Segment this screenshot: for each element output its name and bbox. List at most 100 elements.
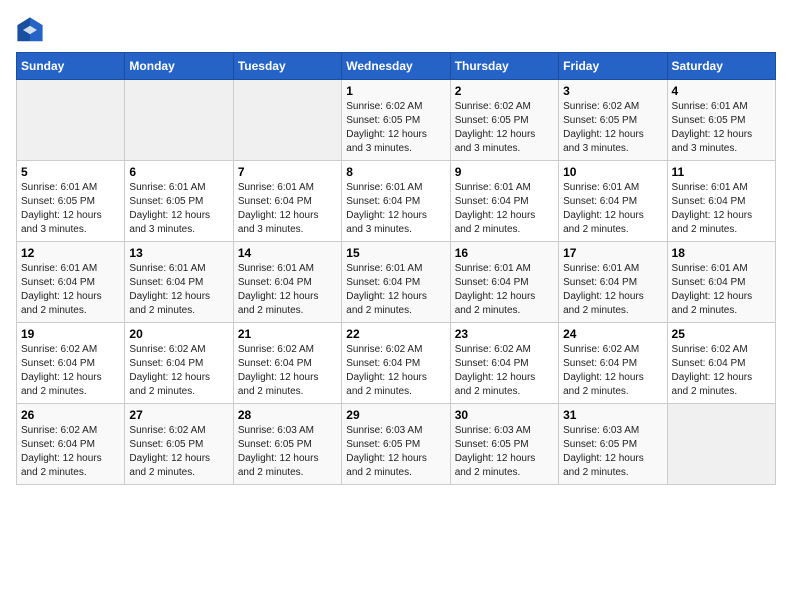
day-number: 5 <box>21 165 120 179</box>
day-info: Sunrise: 6:01 AM Sunset: 6:05 PM Dayligh… <box>21 181 120 237</box>
day-info: Sunrise: 6:01 AM Sunset: 6:04 PM Dayligh… <box>238 262 337 318</box>
day-info: Sunrise: 6:01 AM Sunset: 6:04 PM Dayligh… <box>346 181 445 237</box>
day-info: Sunrise: 6:02 AM Sunset: 6:05 PM Dayligh… <box>129 424 228 480</box>
calendar-cell: 7 Sunrise: 6:01 AM Sunset: 6:04 PM Daylig… <box>233 161 341 242</box>
calendar-cell: 8 Sunrise: 6:01 AM Sunset: 6:04 PM Daylig… <box>342 161 450 242</box>
calendar-cell: 5 Sunrise: 6:01 AM Sunset: 6:05 PM Daylig… <box>17 161 125 242</box>
day-info: Sunrise: 6:02 AM Sunset: 6:04 PM Dayligh… <box>455 343 554 399</box>
calendar-header: SundayMondayTuesdayWednesdayThursdayFrid… <box>17 53 776 80</box>
header-cell-tuesday: Tuesday <box>233 53 341 80</box>
day-number: 31 <box>563 408 662 422</box>
day-number: 12 <box>21 246 120 260</box>
calendar-body: 1 Sunrise: 6:02 AM Sunset: 6:05 PM Daylig… <box>17 80 776 485</box>
day-number: 13 <box>129 246 228 260</box>
day-info: Sunrise: 6:01 AM Sunset: 6:04 PM Dayligh… <box>346 262 445 318</box>
calendar-cell: 22Sunrise: 6:02 AM Sunset: 6:04 PM Dayli… <box>342 323 450 404</box>
calendar-cell: 16Sunrise: 6:01 AM Sunset: 6:04 PM Dayli… <box>450 242 558 323</box>
calendar-cell: 29 Sunrise: 6:03 AM Sunset: 6:05 PM Dayli… <box>342 404 450 485</box>
header-cell-monday: Monday <box>125 53 233 80</box>
day-info: Sunrise: 6:02 AM Sunset: 6:04 PM Dayligh… <box>21 424 120 480</box>
day-number: 25 <box>672 327 771 341</box>
day-info: Sunrise: 6:03 AM Sunset: 6:05 PM Dayligh… <box>455 424 554 480</box>
day-number: 30 <box>455 408 554 422</box>
day-info: Sunrise: 6:02 AM Sunset: 6:04 PM Dayligh… <box>672 343 771 399</box>
day-info: Sunrise: 6:02 AM Sunset: 6:05 PM Dayligh… <box>455 100 554 156</box>
calendar-cell: 20 Sunrise: 6:02 AM Sunset: 6:04 PM Dayli… <box>125 323 233 404</box>
day-number: 8 <box>346 165 445 179</box>
calendar-cell: 19Sunrise: 6:02 AM Sunset: 6:04 PM Dayli… <box>17 323 125 404</box>
day-info: Sunrise: 6:01 AM Sunset: 6:04 PM Dayligh… <box>129 262 228 318</box>
header-cell-thursday: Thursday <box>450 53 558 80</box>
calendar-week-2: 5 Sunrise: 6:01 AM Sunset: 6:05 PM Daylig… <box>17 161 776 242</box>
day-info: Sunrise: 6:01 AM Sunset: 6:04 PM Dayligh… <box>563 262 662 318</box>
calendar-cell: 9Sunrise: 6:01 AM Sunset: 6:04 PM Daylig… <box>450 161 558 242</box>
calendar-cell: 1 Sunrise: 6:02 AM Sunset: 6:05 PM Daylig… <box>342 80 450 161</box>
day-info: Sunrise: 6:03 AM Sunset: 6:05 PM Dayligh… <box>346 424 445 480</box>
calendar-week-1: 1 Sunrise: 6:02 AM Sunset: 6:05 PM Daylig… <box>17 80 776 161</box>
day-number: 11 <box>672 165 771 179</box>
calendar-cell: 12 Sunrise: 6:01 AM Sunset: 6:04 PM Dayli… <box>17 242 125 323</box>
header-cell-saturday: Saturday <box>667 53 775 80</box>
day-info: Sunrise: 6:01 AM Sunset: 6:05 PM Dayligh… <box>672 100 771 156</box>
day-info: Sunrise: 6:02 AM Sunset: 6:05 PM Dayligh… <box>346 100 445 156</box>
calendar-cell: 13 Sunrise: 6:01 AM Sunset: 6:04 PM Dayli… <box>125 242 233 323</box>
day-number: 10 <box>563 165 662 179</box>
header-row: SundayMondayTuesdayWednesdayThursdayFrid… <box>17 53 776 80</box>
day-number: 21 <box>238 327 337 341</box>
calendar-cell <box>667 404 775 485</box>
day-info: Sunrise: 6:03 AM Sunset: 6:05 PM Dayligh… <box>563 424 662 480</box>
day-number: 27 <box>129 408 228 422</box>
day-number: 24 <box>563 327 662 341</box>
calendar-cell: 6Sunrise: 6:01 AM Sunset: 6:05 PM Daylig… <box>125 161 233 242</box>
day-number: 1 <box>346 84 445 98</box>
day-info: Sunrise: 6:01 AM Sunset: 6:04 PM Dayligh… <box>455 262 554 318</box>
calendar-cell: 3 Sunrise: 6:02 AM Sunset: 6:05 PM Daylig… <box>559 80 667 161</box>
calendar-week-5: 26Sunrise: 6:02 AM Sunset: 6:04 PM Dayli… <box>17 404 776 485</box>
day-info: Sunrise: 6:01 AM Sunset: 6:04 PM Dayligh… <box>672 262 771 318</box>
day-info: Sunrise: 6:01 AM Sunset: 6:04 PM Dayligh… <box>21 262 120 318</box>
day-number: 28 <box>238 408 337 422</box>
header-cell-friday: Friday <box>559 53 667 80</box>
calendar-cell: 18Sunrise: 6:01 AM Sunset: 6:04 PM Dayli… <box>667 242 775 323</box>
calendar-cell: 15 Sunrise: 6:01 AM Sunset: 6:04 PM Dayli… <box>342 242 450 323</box>
calendar-cell: 10 Sunrise: 6:01 AM Sunset: 6:04 PM Dayli… <box>559 161 667 242</box>
day-info: Sunrise: 6:01 AM Sunset: 6:04 PM Dayligh… <box>238 181 337 237</box>
day-number: 15 <box>346 246 445 260</box>
calendar-cell: 27 Sunrise: 6:02 AM Sunset: 6:05 PM Dayli… <box>125 404 233 485</box>
calendar-cell: 11 Sunrise: 6:01 AM Sunset: 6:04 PM Dayli… <box>667 161 775 242</box>
calendar-cell <box>17 80 125 161</box>
day-info: Sunrise: 6:01 AM Sunset: 6:04 PM Dayligh… <box>672 181 771 237</box>
calendar-week-4: 19 Sunrise: 6:02 AM Sunset: 6:04 PM Dayli… <box>17 323 776 404</box>
day-info: Sunrise: 6:02 AM Sunset: 6:05 PM Dayligh… <box>563 100 662 156</box>
day-number: 2 <box>455 84 554 98</box>
day-number: 7 <box>238 165 337 179</box>
day-number: 6 <box>129 165 228 179</box>
calendar-cell <box>125 80 233 161</box>
day-number: 17 <box>563 246 662 260</box>
day-info: Sunrise: 6:02 AM Sunset: 6:04 PM Dayligh… <box>129 343 228 399</box>
header-cell-sunday: Sunday <box>17 53 125 80</box>
logo-icon <box>16 16 44 44</box>
calendar-week-3: 12 Sunrise: 6:01 AM Sunset: 6:04 PM Dayli… <box>17 242 776 323</box>
day-number: 29 <box>346 408 445 422</box>
day-info: Sunrise: 6:01 AM Sunset: 6:04 PM Dayligh… <box>563 181 662 237</box>
day-info: Sunrise: 6:02 AM Sunset: 6:04 PM Dayligh… <box>346 343 445 399</box>
day-number: 20 <box>129 327 228 341</box>
logo <box>16 16 48 44</box>
day-number: 19 <box>21 327 120 341</box>
day-number: 9 <box>455 165 554 179</box>
page-header <box>16 16 776 44</box>
calendar-cell: 2 Sunrise: 6:02 AM Sunset: 6:05 PM Daylig… <box>450 80 558 161</box>
day-number: 23 <box>455 327 554 341</box>
calendar-cell: 30 Sunrise: 6:03 AM Sunset: 6:05 PM Dayli… <box>450 404 558 485</box>
day-number: 3 <box>563 84 662 98</box>
calendar-cell: 31 Sunrise: 6:03 AM Sunset: 6:05 PM Dayli… <box>559 404 667 485</box>
calendar-cell: 21Sunrise: 6:02 AM Sunset: 6:04 PM Dayli… <box>233 323 341 404</box>
calendar-cell: 23 Sunrise: 6:02 AM Sunset: 6:04 PM Dayli… <box>450 323 558 404</box>
calendar-cell: 17 Sunrise: 6:01 AM Sunset: 6:04 PM Dayli… <box>559 242 667 323</box>
calendar-cell: 14Sunrise: 6:01 AM Sunset: 6:04 PM Dayli… <box>233 242 341 323</box>
calendar-cell <box>233 80 341 161</box>
calendar-cell: 24Sunrise: 6:02 AM Sunset: 6:04 PM Dayli… <box>559 323 667 404</box>
calendar-cell: 26Sunrise: 6:02 AM Sunset: 6:04 PM Dayli… <box>17 404 125 485</box>
day-number: 4 <box>672 84 771 98</box>
